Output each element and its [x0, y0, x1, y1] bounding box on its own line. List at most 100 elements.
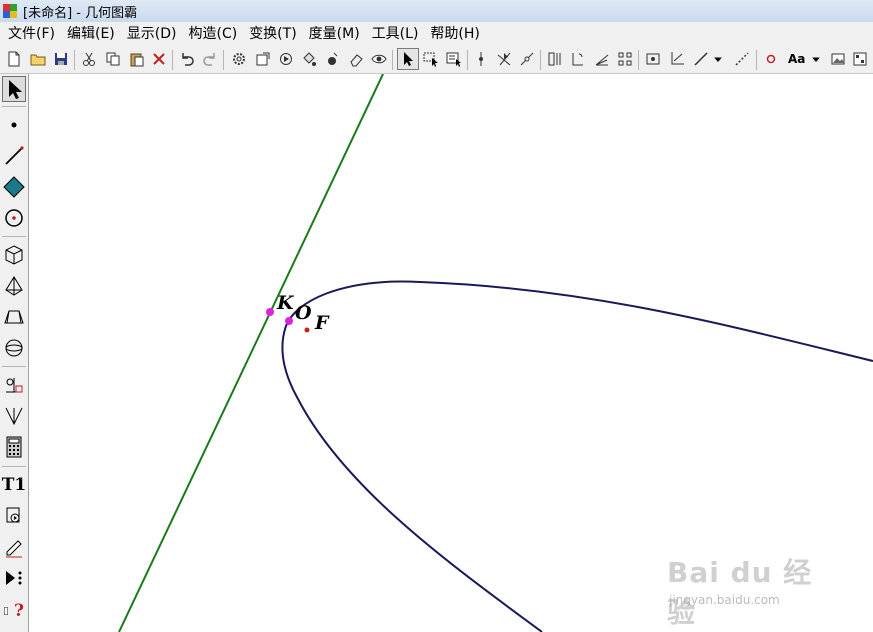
tool-polygon[interactable]	[2, 174, 26, 200]
tool-segment[interactable]	[2, 143, 26, 169]
label-f[interactable]: F	[315, 312, 329, 334]
pattern-icon	[853, 52, 867, 66]
undo-button[interactable]	[178, 50, 196, 68]
tool-select-arrow[interactable]	[2, 76, 26, 102]
animation-button[interactable]	[277, 50, 295, 68]
tool-point[interactable]	[2, 112, 26, 138]
palette-separator	[2, 106, 26, 107]
menu-construct[interactable]: 构造(C)	[182, 22, 243, 46]
transform-icon	[6, 378, 23, 393]
eraser-icon	[350, 54, 363, 67]
menu-file[interactable]: 文件(F)	[2, 22, 61, 46]
line-dropdown-button[interactable]	[712, 50, 724, 68]
label-k[interactable]: K	[277, 292, 294, 314]
hide-show-button[interactable]	[370, 50, 388, 68]
geometry-svg	[118, 74, 873, 632]
point-o[interactable]	[285, 317, 293, 325]
tool-transform[interactable]	[2, 372, 26, 398]
segment-icon	[5, 146, 24, 165]
point-style-button[interactable]	[323, 50, 341, 68]
tool-help[interactable]: ?	[2, 598, 26, 624]
font-button[interactable]: Aa	[788, 52, 805, 66]
tool-text[interactable]: T1	[2, 472, 26, 498]
cut-button[interactable]	[80, 50, 98, 68]
eraser-button[interactable]	[347, 50, 365, 68]
menu-help[interactable]: 帮助(H)	[424, 22, 485, 46]
delete-x-icon	[153, 53, 165, 65]
construct-parallel-button[interactable]	[546, 50, 564, 68]
angle-bisector-button[interactable]	[593, 50, 611, 68]
menu-tools[interactable]: 工具(L)	[366, 22, 425, 46]
toolbar-separator	[392, 50, 393, 70]
select-arrow-button[interactable]	[397, 48, 419, 70]
image-button[interactable]	[829, 50, 847, 68]
fill-color-button[interactable]	[300, 50, 318, 68]
select-region-button[interactable]	[422, 50, 440, 68]
menu-transform[interactable]: 变换(T)	[243, 22, 302, 46]
cube-icon	[5, 245, 23, 265]
copy-button[interactable]	[104, 50, 122, 68]
line-tool-button[interactable]	[692, 50, 710, 68]
point-on-object-button[interactable]	[472, 50, 490, 68]
construct-perpendicular-button[interactable]	[569, 50, 587, 68]
open-file-button[interactable]	[29, 50, 47, 68]
tool-circle[interactable]	[2, 205, 26, 231]
tangent-line[interactable]	[118, 74, 384, 632]
animation-icon	[280, 53, 292, 65]
tool-cube[interactable]	[2, 242, 26, 268]
tool-custom[interactable]	[2, 565, 26, 591]
tool-pyramid[interactable]	[2, 273, 26, 299]
select-all-button[interactable]	[445, 50, 463, 68]
font-dropdown-button[interactable]	[810, 50, 822, 68]
delete-button[interactable]	[150, 50, 168, 68]
undo-icon	[182, 53, 194, 66]
point-on-line-icon	[479, 52, 483, 66]
gear-icon	[233, 53, 245, 65]
line-icon	[694, 52, 708, 66]
settings-button[interactable]	[230, 50, 248, 68]
save-button[interactable]	[52, 50, 70, 68]
tool-sphere[interactable]	[2, 335, 26, 361]
circle-tool-button[interactable]	[644, 50, 662, 68]
tool-locus[interactable]	[2, 403, 26, 429]
locus-icon	[5, 407, 23, 426]
toolbar-separator	[467, 50, 468, 70]
toolbar-separator	[540, 50, 541, 70]
new-file-button[interactable]	[5, 50, 23, 68]
dashed-line-icon	[735, 52, 749, 66]
info-box-icon	[4, 607, 8, 615]
circle-icon	[5, 209, 23, 227]
menu-edit[interactable]: 编辑(E)	[61, 22, 121, 46]
intersection-button[interactable]	[495, 50, 513, 68]
redo-icon	[203, 53, 215, 66]
tool-calculator[interactable]	[2, 434, 26, 460]
pyramid-icon	[5, 276, 23, 296]
point-k[interactable]	[266, 308, 274, 316]
tool-prism[interactable]	[2, 304, 26, 330]
menu-measure[interactable]: 度量(M)	[303, 22, 366, 46]
tool-pen[interactable]	[2, 534, 26, 560]
pattern-button[interactable]	[851, 50, 869, 68]
dashed-line-button[interactable]	[733, 50, 751, 68]
polygon-icon	[3, 176, 25, 198]
grid-button[interactable]	[616, 50, 634, 68]
redo-button[interactable]	[201, 50, 219, 68]
point-f[interactable]	[304, 327, 310, 333]
circle-marker-icon	[766, 54, 776, 64]
folder-icon	[30, 54, 46, 66]
tool-animation[interactable]	[2, 503, 26, 529]
angle-bisector-icon	[595, 54, 609, 66]
help-tool-label: ?	[14, 601, 24, 621]
midpoint-button[interactable]	[518, 50, 536, 68]
label-o[interactable]: O	[295, 302, 312, 324]
midpoint-icon	[520, 52, 534, 66]
conic-curve[interactable]	[281, 280, 873, 632]
properties-button[interactable]	[254, 50, 272, 68]
toolbar-separator	[172, 50, 173, 70]
menu-display[interactable]: 显示(D)	[121, 22, 183, 46]
paste-button[interactable]	[128, 50, 146, 68]
drawing-canvas[interactable]: K O F	[30, 74, 873, 632]
paste-icon	[130, 53, 144, 67]
coordinate-button[interactable]	[668, 50, 686, 68]
point-marker-button[interactable]	[762, 50, 780, 68]
